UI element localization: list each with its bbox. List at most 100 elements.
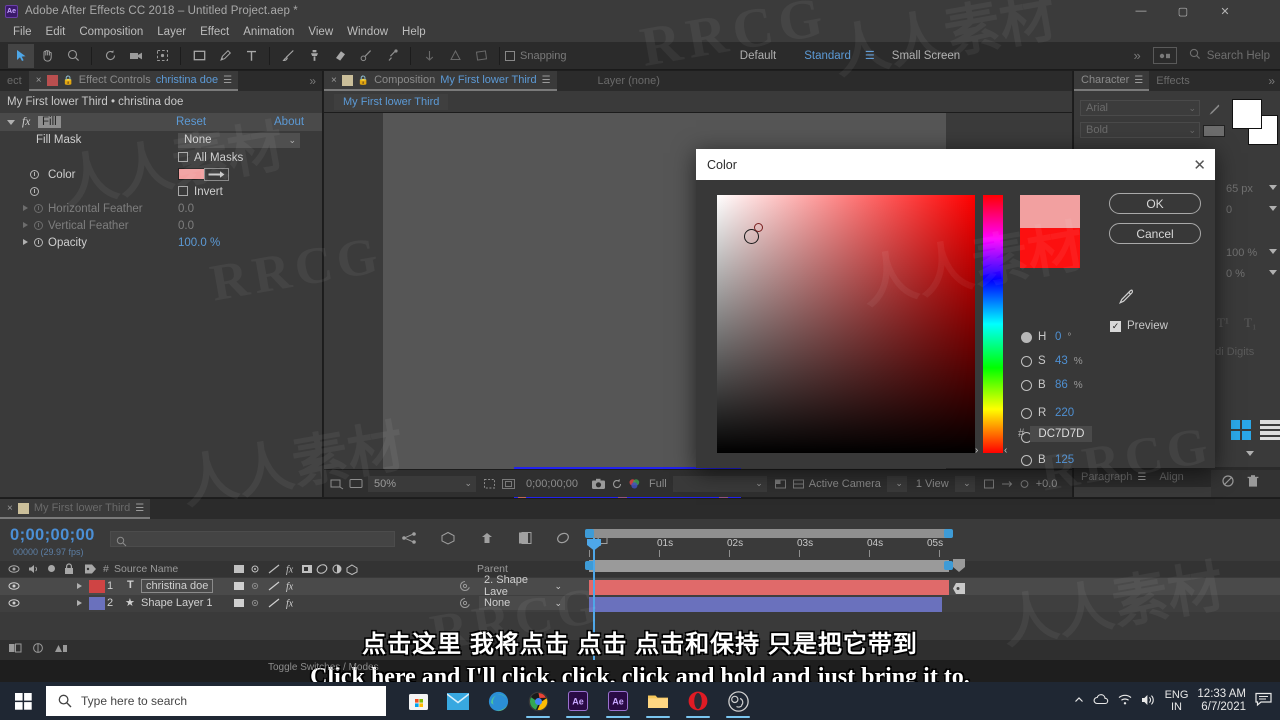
- baseline-value[interactable]: 0 %: [1226, 268, 1245, 280]
- after-effects-icon-2[interactable]: Ae: [598, 682, 638, 720]
- after-effects-icon-1[interactable]: Ae: [558, 682, 598, 720]
- tray-onedrive-icon[interactable]: [1093, 694, 1109, 708]
- cancel-button[interactable]: Cancel: [1109, 223, 1201, 244]
- file-explorer-icon[interactable]: [638, 682, 678, 720]
- mail-icon[interactable]: [438, 682, 478, 720]
- all-masks-checkbox[interactable]: [178, 152, 188, 162]
- layer2-switches[interactable]: fx: [232, 597, 312, 613]
- character-eyedropper-icon[interactable]: [1206, 103, 1221, 123]
- close-icon[interactable]: ✕: [1193, 156, 1206, 174]
- tray-chevron-icon[interactable]: [1074, 695, 1084, 708]
- color-stopwatch-icon[interactable]: [30, 170, 39, 179]
- menu-item-effect[interactable]: Effect: [193, 26, 236, 38]
- comp-lock-icon[interactable]: 🔒: [358, 75, 369, 86]
- font-family-select[interactable]: Arial ⌄: [1080, 100, 1200, 116]
- views-label[interactable]: 1 View: [916, 478, 949, 490]
- tab-align[interactable]: Align: [1152, 467, 1190, 487]
- font-style-select[interactable]: Bold ⌄: [1080, 122, 1200, 138]
- menu-item-help[interactable]: Help: [395, 26, 433, 38]
- camera-tool-icon[interactable]: [123, 44, 149, 68]
- maximize-button[interactable]: ▢: [1162, 0, 1204, 22]
- layer2-duration-bar[interactable]: [589, 597, 942, 612]
- layer2-parent-select[interactable]: None ⌄: [479, 596, 565, 610]
- tray-volume-icon[interactable]: [1141, 694, 1156, 709]
- sync-settings-icon[interactable]: [1152, 47, 1177, 64]
- brush-tool-icon[interactable]: [275, 44, 301, 68]
- invert-stopwatch-icon[interactable]: [30, 187, 39, 196]
- effects-dropdown-icon[interactable]: [1246, 451, 1254, 456]
- 3d-renderer-icon[interactable]: [792, 478, 805, 490]
- hue-value[interactable]: 0: [1055, 331, 1061, 343]
- search-help-input[interactable]: Search Help: [1207, 50, 1270, 62]
- menu-item-composition[interactable]: Composition: [72, 26, 150, 38]
- layer1-parent-select[interactable]: 2. Shape Laye ⌄: [479, 574, 565, 598]
- effect-fill-header[interactable]: fx Fill Reset About: [0, 113, 322, 131]
- text-fill-color-swatch[interactable]: [1203, 125, 1225, 137]
- menu-item-window[interactable]: Window: [340, 26, 395, 38]
- roto-brush-tool-icon[interactable]: [353, 44, 379, 68]
- hfeather-stopwatch-icon[interactable]: [34, 204, 43, 213]
- vfeather-stopwatch-icon[interactable]: [34, 221, 43, 230]
- timeline-tab-close-icon[interactable]: ×: [7, 503, 13, 514]
- delete-effect-icon[interactable]: [1247, 474, 1259, 493]
- fill-disclosure-icon[interactable]: [7, 119, 15, 125]
- layer1-name[interactable]: christina doe: [141, 579, 214, 593]
- hfeather-disclosure-icon[interactable]: [23, 205, 28, 211]
- close-button[interactable]: ✕: [1204, 0, 1246, 22]
- brightness-radio[interactable]: [1021, 379, 1032, 391]
- eraser-tool-icon[interactable]: [327, 44, 353, 68]
- opera-icon[interactable]: [678, 682, 718, 720]
- composition-mini-flowchart-icon[interactable]: [401, 531, 417, 548]
- viewer-timecode[interactable]: 0;00;00;00: [526, 478, 578, 490]
- selection-tool-icon[interactable]: [8, 43, 34, 68]
- hex-input[interactable]: DC7D7D: [1030, 426, 1093, 442]
- brightness-value[interactable]: 86: [1055, 379, 1068, 391]
- hand-tool-icon[interactable]: [34, 44, 60, 68]
- taskbar-search-box[interactable]: Type here to search: [46, 686, 386, 716]
- transparency-grid-icon[interactable]: [774, 478, 787, 490]
- menu-item-layer[interactable]: Layer: [150, 26, 193, 38]
- character-panel-menu-icon[interactable]: ☰: [1134, 75, 1143, 86]
- paragraph-panel-menu-icon[interactable]: ☰: [1137, 472, 1146, 483]
- menu-item-animation[interactable]: Animation: [236, 26, 301, 38]
- rotation-tool-icon[interactable]: [97, 44, 123, 68]
- field-red[interactable]: R 220: [1021, 407, 1074, 419]
- red-radio[interactable]: [1021, 407, 1032, 419]
- search-help-icon[interactable]: [1189, 47, 1201, 65]
- resolution-label[interactable]: Full: [649, 478, 667, 490]
- anchor-align-icon[interactable]: [416, 44, 442, 68]
- subscript-icon[interactable]: T₁: [1244, 315, 1256, 331]
- start-button[interactable]: [0, 682, 46, 720]
- preview-toggle[interactable]: ✓ Preview: [1110, 320, 1168, 332]
- shape-transform-icon[interactable]: [468, 44, 494, 68]
- field-brightness[interactable]: B 86 %: [1021, 379, 1083, 391]
- tab-composition[interactable]: × 🔒 Composition My First lower Third ☰: [324, 71, 557, 91]
- layer2-disclosure-icon[interactable]: [77, 600, 82, 606]
- layer1-marker-icon[interactable]: [952, 582, 966, 600]
- superscript-icon[interactable]: T¹: [1217, 315, 1229, 331]
- layer1-visibility-icon[interactable]: [8, 581, 20, 594]
- hfeather-value[interactable]: 0.0: [178, 203, 194, 215]
- layer2-visibility-icon[interactable]: [8, 598, 20, 611]
- blue-radio[interactable]: [1021, 454, 1032, 466]
- opacity-disclosure-icon[interactable]: [23, 239, 28, 245]
- minimize-button[interactable]: —: [1120, 0, 1162, 22]
- fill-color-swatch[interactable]: [1232, 99, 1262, 129]
- breadcrumb[interactable]: My First lower Third: [334, 93, 449, 110]
- puppet-tool-icon[interactable]: [379, 44, 405, 68]
- microsoft-edge-icon[interactable]: [478, 682, 518, 720]
- text-tool-icon[interactable]: [238, 44, 264, 68]
- menu-item-edit[interactable]: Edit: [39, 26, 73, 38]
- saturation-radio[interactable]: [1021, 355, 1032, 367]
- taskbar-clock[interactable]: 12:33 AM 6/7/2021: [1197, 688, 1246, 714]
- comp-marker-icon[interactable]: [952, 558, 966, 578]
- red-value[interactable]: 220: [1055, 407, 1074, 419]
- snapping-checkbox-icon[interactable]: [505, 50, 515, 61]
- tab-effect-controls[interactable]: × 🔒 Effect Controls christina doe ☰: [28, 71, 239, 91]
- exposure-reset-icon[interactable]: [1018, 478, 1031, 490]
- hue-slider[interactable]: [983, 195, 1003, 453]
- tray-language-indicator[interactable]: ENG IN: [1165, 689, 1189, 713]
- camera-view-select[interactable]: ⌄: [886, 475, 907, 492]
- main-viewer-icon[interactable]: [349, 478, 363, 490]
- microsoft-store-icon[interactable]: [398, 682, 438, 720]
